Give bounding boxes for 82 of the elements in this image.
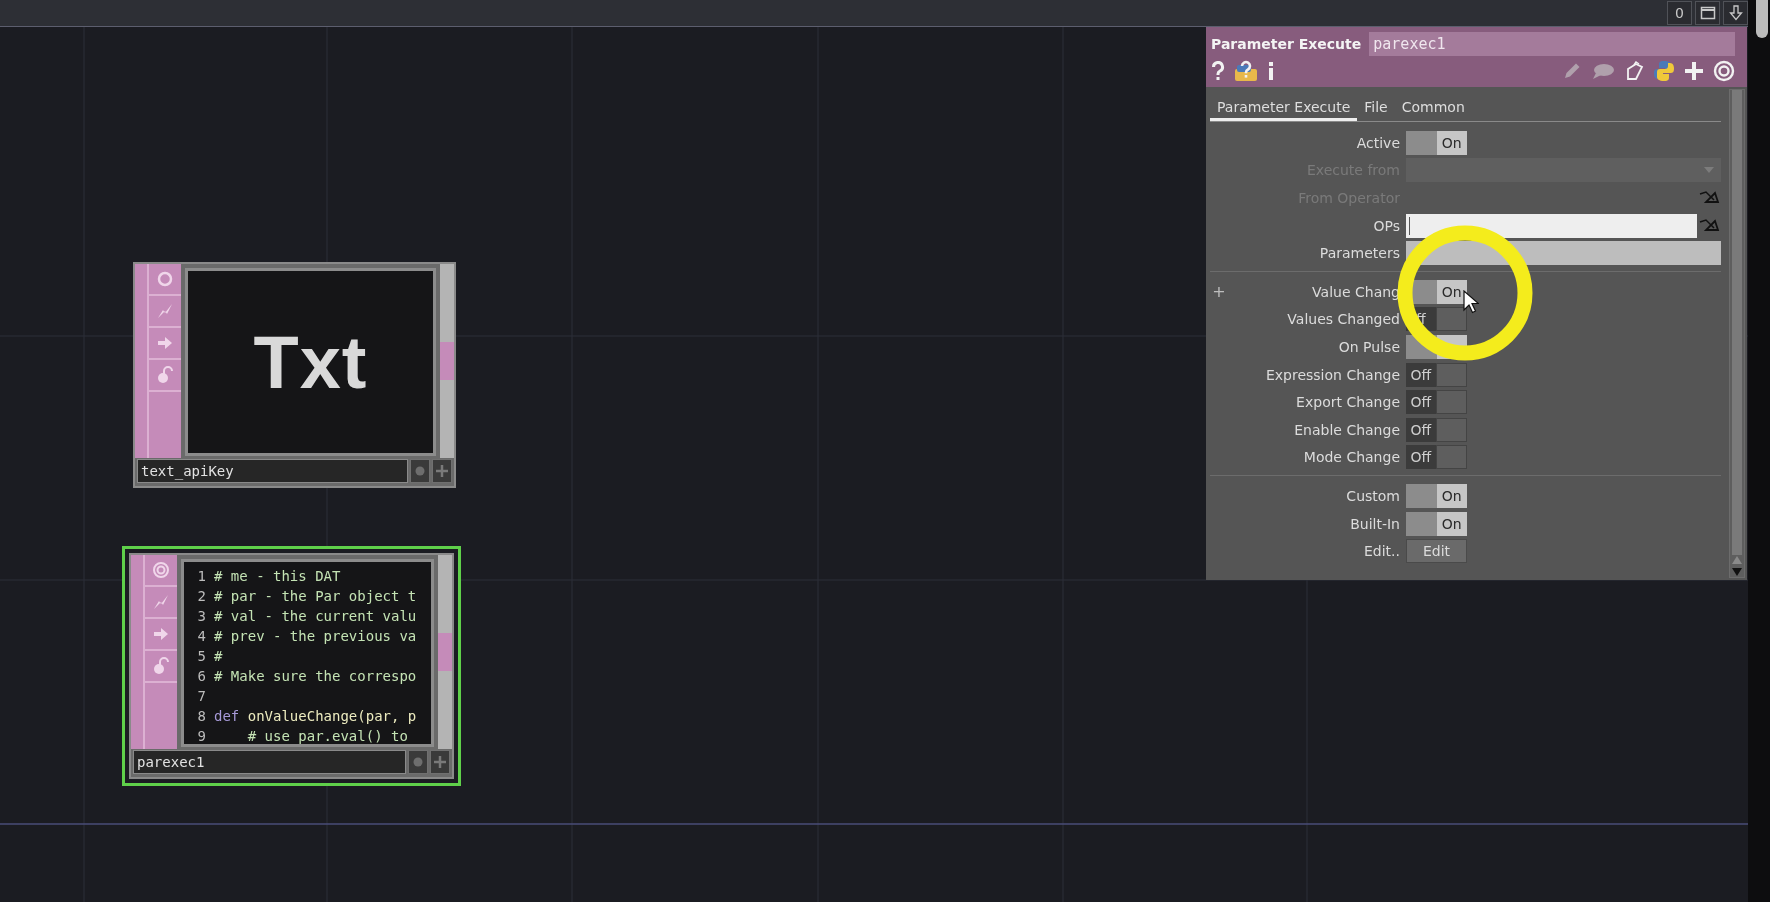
line-number: 8 <box>196 708 206 724</box>
toggle-switch[interactable]: On <box>1406 130 1467 155</box>
tab[interactable]: Common <box>1394 95 1472 121</box>
tab[interactable]: File <box>1357 95 1395 121</box>
operator-node[interactable]: 1 # me - this DAT 2 # par - the Par object t 3 # val - the current valu 4 # prev - the previous va 5 # 6 # Make sure the correspo 7 8 def onValueChange(par, p 9 # use par.eval() to parexec1 <box>122 546 461 786</box>
toggle-switch[interactable]: On <box>1406 483 1467 508</box>
plus-icon <box>434 756 446 768</box>
dropdown-field[interactable] <box>1406 158 1721 183</box>
node-name-field[interactable]: parexec1 <box>133 750 406 774</box>
parameter-label: Active <box>1355 134 1401 151</box>
dot-icon <box>413 757 423 767</box>
scrollbar[interactable] <box>1748 0 1770 902</box>
maximize-button[interactable] <box>1695 1 1720 25</box>
parameter-label: Parameters <box>1318 245 1401 262</box>
toggle-switch[interactable]: On <box>1406 511 1467 536</box>
panel-title: Parameter Execute <box>1211 35 1362 52</box>
dot-icon <box>415 466 425 476</box>
help-icon[interactable] <box>1211 61 1225 81</box>
parameter-label: Expression Change <box>1264 366 1401 383</box>
caret-icon <box>1703 166 1715 175</box>
code-line: # use par.eval() to <box>246 728 408 744</box>
down-arrow-icon <box>1728 5 1743 21</box>
arrow-icon[interactable] <box>156 334 174 352</box>
parameter-label: Export Change <box>1295 394 1401 411</box>
edit-button[interactable]: Edit <box>1406 539 1467 564</box>
picker-icon[interactable] <box>1699 218 1721 233</box>
line-number: 4 <box>196 628 206 644</box>
parameter-label: Mode Change <box>1302 449 1401 466</box>
line-number: 3 <box>196 608 206 624</box>
toggle-switch[interactable]: Off <box>1406 417 1467 442</box>
preview-text: Txt <box>253 319 368 405</box>
node-name-field[interactable]: text_apiKey <box>137 459 408 483</box>
toggle-switch[interactable]: Off <box>1406 445 1467 470</box>
scroll-arrows-icon[interactable] <box>1731 555 1743 577</box>
add-sequence-icon[interactable]: + <box>1212 282 1226 302</box>
code-line: # par - the Par object t <box>214 588 417 604</box>
parameter-label: Values Changed <box>1286 311 1401 328</box>
viewer-toggle-button[interactable] <box>408 750 428 774</box>
info-icon[interactable] <box>1267 61 1275 81</box>
code-line: def onValueChange(par, p <box>214 708 417 724</box>
maximize-icon <box>1699 6 1716 20</box>
line-number: 7 <box>196 688 206 704</box>
comment-icon[interactable] <box>1591 62 1615 80</box>
line-number: 6 <box>196 668 206 684</box>
python-help-icon[interactable] <box>1234 60 1258 82</box>
text-field[interactable] <box>1406 213 1697 238</box>
tab[interactable]: Parameter Execute <box>1210 95 1358 121</box>
picker-icon[interactable] <box>1699 191 1721 205</box>
code-line: # val - the current valu <box>214 608 417 624</box>
parameter-label: Built-In <box>1349 515 1401 532</box>
lock-icon[interactable] <box>156 366 174 384</box>
parameter-label: On Pulse <box>1337 338 1401 355</box>
cursor-icon <box>1463 290 1479 314</box>
code-line: # Make sure the correspo <box>214 668 417 684</box>
add-button[interactable] <box>432 459 452 483</box>
toggle-switch[interactable]: Off <box>1406 362 1467 387</box>
line-number: 2 <box>196 588 206 604</box>
line-number: 1 <box>196 568 206 584</box>
circle-icon[interactable] <box>156 270 174 288</box>
code-line: # prev - the previous va <box>214 628 417 644</box>
down-arrow-button[interactable] <box>1723 1 1748 25</box>
plus-icon <box>436 465 448 477</box>
parameter-label: Enable Change <box>1293 421 1401 438</box>
parameter-label: Edit.. <box>1363 543 1401 560</box>
counter-button[interactable]: 0 <box>1667 1 1692 25</box>
plus-icon[interactable] <box>1684 61 1704 81</box>
add-button[interactable] <box>430 750 450 774</box>
parameter-label: Custom <box>1345 487 1401 504</box>
code-line: # <box>214 648 223 664</box>
viewer-toggle-button[interactable] <box>410 459 430 483</box>
python-icon[interactable] <box>1653 60 1675 82</box>
line-number: 5 <box>196 648 206 664</box>
scrollbar[interactable] <box>1729 89 1745 578</box>
pencil-icon[interactable] <box>1562 61 1582 81</box>
code-line: # me - this DAT <box>214 568 341 584</box>
operator-node[interactable]: Txt text_apiKey <box>133 262 456 488</box>
toggle-switch[interactable]: Off <box>1406 390 1467 415</box>
parameter-label: OPs <box>1372 217 1401 234</box>
line-number: 9 <box>196 728 206 744</box>
target-icon[interactable] <box>152 561 170 579</box>
lock-icon[interactable] <box>152 657 170 675</box>
arrow-icon[interactable] <box>152 625 170 643</box>
